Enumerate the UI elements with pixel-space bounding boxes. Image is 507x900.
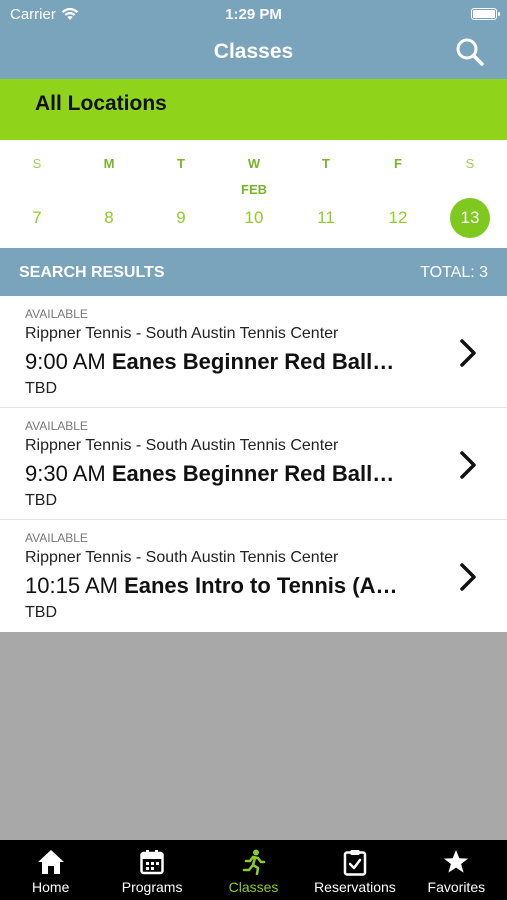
calendar-day: M 8 — [79, 140, 139, 248]
class-name: Eanes Intro to Tennis (A… — [124, 573, 398, 598]
date-button[interactable]: 10 — [234, 198, 274, 238]
venue-label: Rippner Tennis - South Austin Tennis Cen… — [25, 325, 339, 342]
date-button[interactable]: 9 — [161, 198, 201, 238]
class-name: Eanes Beginner Red Ball… — [111, 349, 395, 374]
search-icon[interactable] — [455, 37, 485, 67]
tab-label: Favorites — [427, 879, 486, 895]
list-item[interactable]: AVAILABLE Rippner Tennis - South Austin … — [0, 296, 507, 408]
navigation-bar: Carrier 1:29 PM Classes — [0, 0, 507, 79]
day-of-week-label: T — [177, 156, 185, 171]
tab-label: Programs — [121, 879, 183, 895]
results-title: SEARCH RESULTS — [19, 264, 165, 281]
availability-label: AVAILABLE — [25, 419, 88, 433]
day-of-week-label: W — [247, 156, 261, 171]
class-time: 9:00 AM — [25, 349, 106, 374]
home-icon — [37, 850, 64, 874]
list-item[interactable]: AVAILABLE Rippner Tennis - South Austin … — [0, 520, 507, 632]
day-of-week-label: F — [394, 156, 402, 171]
location-label[interactable]: All Locations — [35, 92, 167, 116]
tab-favorites[interactable]: Favorites — [406, 840, 507, 900]
results-header: SEARCH RESULTS TOTAL: 3 — [0, 248, 507, 296]
results-total: TOTAL: 3 — [420, 264, 488, 281]
calendar-day: S 13 — [440, 140, 500, 248]
results-list: AVAILABLE Rippner Tennis - South Austin … — [0, 296, 507, 632]
runner-icon — [242, 849, 265, 875]
tab-reservations[interactable]: Reservations — [304, 840, 405, 900]
calendar-day: T 11 — [296, 140, 356, 248]
instructor-label: TBD — [25, 492, 57, 509]
tab-bar: Home Programs Classes Reservations Favor… — [0, 840, 507, 900]
class-time: 9:30 AM — [25, 461, 106, 486]
week-calendar: S 7 M 8 T 9 W 10 T 11 F 12 S 13 FEB — [0, 140, 507, 248]
status-bar: Carrier 1:29 PM — [0, 0, 507, 28]
instructor-label: TBD — [25, 604, 57, 621]
date-button-selected[interactable]: 13 — [450, 198, 490, 238]
tab-home[interactable]: Home — [0, 840, 101, 900]
list-item[interactable]: AVAILABLE Rippner Tennis - South Austin … — [0, 408, 507, 520]
chevron-right-icon[interactable] — [459, 450, 477, 480]
venue-label: Rippner Tennis - South Austin Tennis Cen… — [25, 549, 339, 566]
class-title: 9:00 AM Eanes Beginner Red Ball… — [25, 349, 440, 375]
battery-icon — [471, 8, 500, 20]
availability-label: AVAILABLE — [25, 531, 88, 545]
class-title: 9:30 AM Eanes Beginner Red Ball… — [25, 461, 440, 487]
page-title: Classes — [213, 40, 294, 63]
clock: 1:29 PM — [225, 6, 282, 23]
tab-classes[interactable]: Classes — [203, 840, 304, 900]
day-of-week-label: M — [103, 156, 115, 171]
instructor-label: TBD — [25, 380, 57, 397]
class-time: 10:15 AM — [25, 573, 118, 598]
tab-label: Reservations — [314, 879, 396, 895]
day-of-week-label: S — [32, 156, 42, 171]
class-title: 10:15 AM Eanes Intro to Tennis (A… — [25, 573, 440, 599]
availability-label: AVAILABLE — [25, 307, 88, 321]
date-button[interactable]: 12 — [378, 198, 418, 238]
star-icon — [444, 850, 469, 873]
chevron-right-icon[interactable] — [459, 338, 477, 368]
day-of-week-label: T — [322, 156, 330, 171]
calendar-day: F 12 — [368, 140, 428, 248]
date-button[interactable]: 7 — [17, 198, 57, 238]
month-label: FEB — [241, 182, 267, 197]
calendar-icon — [140, 850, 164, 875]
chevron-right-icon[interactable] — [459, 562, 477, 592]
tab-programs[interactable]: Programs — [101, 840, 202, 900]
clipboard-check-icon — [343, 850, 367, 876]
tab-label: Classes — [228, 879, 279, 895]
tab-label: Home — [32, 879, 70, 895]
venue-label: Rippner Tennis - South Austin Tennis Cen… — [25, 437, 339, 454]
calendar-day: S 7 — [7, 140, 67, 248]
date-button[interactable]: 8 — [89, 198, 129, 238]
class-name: Eanes Beginner Red Ball… — [111, 461, 395, 486]
calendar-day: T 9 — [151, 140, 211, 248]
day-of-week-label: S — [465, 156, 475, 171]
date-button[interactable]: 11 — [306, 198, 346, 238]
